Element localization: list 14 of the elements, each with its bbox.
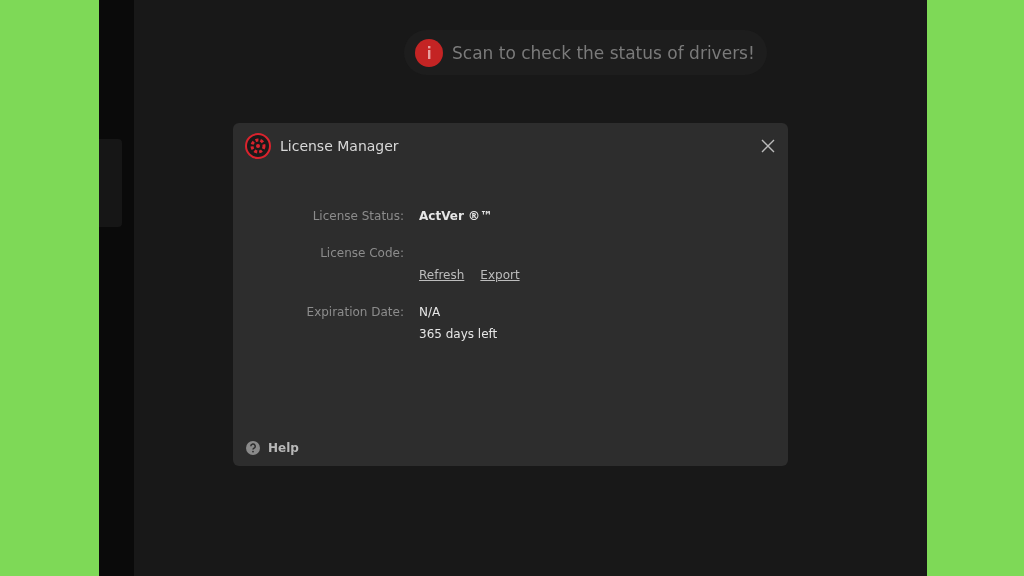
logo-icon — [245, 133, 271, 159]
help-button[interactable]: Help — [246, 441, 299, 455]
alert-icon — [414, 37, 444, 68]
field-label: License Code: — [319, 245, 405, 262]
link[interactable]: Export — [480, 267, 520, 284]
field-label: Expiration Date: — [305, 304, 405, 321]
link[interactable]: Refresh — [419, 267, 465, 284]
field-label: License Status: — [311, 208, 405, 225]
expiry-value: N/A — [419, 304, 442, 321]
days-left: 365 days left — [419, 326, 498, 343]
dialog-title: License Manager — [280, 138, 400, 154]
help-icon — [246, 441, 260, 455]
banner-text: Scan to check the status of drivers! — [452, 42, 755, 63]
status-value: ActVer ®™ — [419, 208, 492, 225]
